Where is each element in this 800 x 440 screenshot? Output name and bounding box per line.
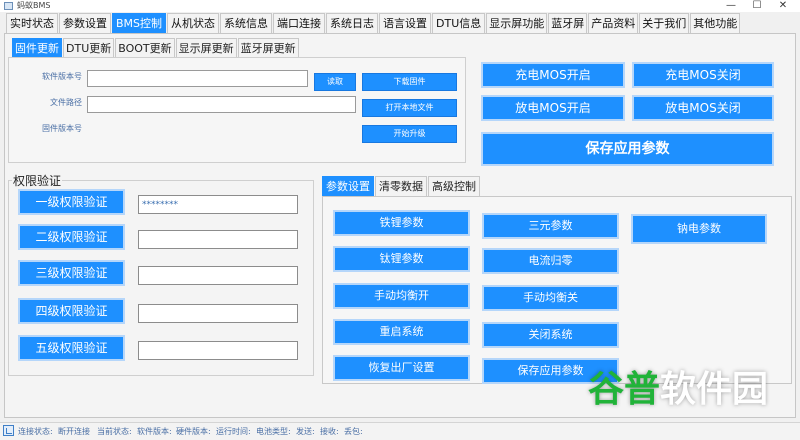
file-path-label: 文件路径 [50, 98, 82, 107]
tab-slave-status[interactable]: 从机状态 [167, 13, 220, 33]
file-path-input[interactable] [87, 96, 356, 113]
status-software-version: 软件版本: [137, 427, 172, 436]
factory-reset-button[interactable]: 恢复出厂设置 [333, 355, 470, 381]
start-upgrade-button[interactable]: 开始升级 [362, 125, 457, 143]
open-local-file-button[interactable]: 打开本地文件 [362, 99, 457, 117]
tab-product-info[interactable]: 产品资料 [588, 13, 639, 33]
tab-param-config[interactable]: 参数设置 [322, 176, 374, 196]
watermark-text: 谷普软件园 [588, 370, 768, 410]
auth-level-5-input[interactable] [138, 341, 298, 360]
save-apply-params-button[interactable]: 保存应用参数 [481, 132, 774, 166]
tab-dtu-info[interactable]: DTU信息 [432, 13, 486, 33]
app-icon [4, 2, 13, 10]
tab-language[interactable]: 语言设置 [379, 13, 432, 33]
lifepo-params-button[interactable]: 铁锂参数 [333, 210, 470, 236]
param-tab-bar: 参数设置 清零数据 高级控制 [322, 176, 481, 196]
restart-system-button[interactable]: 重启系统 [333, 319, 470, 345]
tab-about-us[interactable]: 关于我们 [639, 13, 690, 33]
window-title: 蚂蚁BMS [17, 1, 51, 10]
tab-other-functions[interactable]: 其他功能 [690, 13, 741, 33]
tab-clear-data[interactable]: 清零数据 [375, 176, 427, 196]
close-icon[interactable]: ✕ [770, 0, 796, 12]
charge-mos-off-button[interactable]: 充电MOS关闭 [632, 62, 774, 88]
tab-advanced-control[interactable]: 高级控制 [428, 176, 480, 196]
current-zero-button[interactable]: 电流归零 [482, 248, 619, 274]
tab-system-log[interactable]: 系统日志 [326, 13, 379, 33]
auth-level-1-input[interactable] [138, 195, 298, 214]
auth-level-2-input[interactable] [138, 230, 298, 249]
discharge-mos-off-button[interactable]: 放电MOS关闭 [632, 95, 774, 121]
lto-params-button[interactable]: 钛锂参数 [333, 246, 470, 272]
status-receive: 接收: [320, 427, 339, 436]
firmware-version-label: 固件版本号 [42, 124, 82, 133]
software-version-label: 软件版本号 [42, 72, 82, 81]
manual-balance-on-button[interactable]: 手动均衡开 [333, 283, 470, 309]
status-current-state: 当前状态: [97, 427, 132, 436]
watermark: 谷普软件园 [588, 366, 788, 416]
status-hardware-version: 硬件版本: [176, 427, 211, 436]
tab-display-update[interactable]: 显示屏更新 [175, 38, 237, 57]
sub-tab-bar: 固件更新 DTU更新 BOOT更新 显示屏更新 蓝牙屏更新 [12, 38, 300, 57]
auth-level-2-button[interactable]: 二级权限验证 [18, 224, 125, 250]
status-cell-type: 电池类型: [256, 427, 291, 436]
status-run-time: 运行时间: [216, 427, 251, 436]
tab-display-function[interactable]: 显示屏功能 [486, 13, 548, 33]
status-disconnect: 断开连接 [58, 427, 90, 436]
tab-realtime-status[interactable]: 实时状态 [6, 13, 58, 33]
minimize-icon[interactable]: — [718, 0, 744, 12]
manual-balance-off-button[interactable]: 手动均衡关 [482, 285, 619, 311]
tab-firmware-update[interactable]: 固件更新 [12, 38, 62, 57]
auth-level-3-input[interactable] [138, 266, 298, 285]
status-connect-label: 连接状态: [18, 427, 53, 436]
sodium-params-button[interactable]: 钠电参数 [631, 214, 767, 244]
auth-level-3-button[interactable]: 三级权限验证 [18, 260, 125, 286]
tab-boot-update[interactable]: BOOT更新 [115, 38, 175, 57]
software-version-input[interactable] [87, 70, 308, 87]
tab-bms-control[interactable]: BMS控制 [112, 13, 167, 33]
tab-system-info[interactable]: 系统信息 [220, 13, 273, 33]
status-connection-icon [3, 425, 14, 436]
tab-dtu-update[interactable]: DTU更新 [63, 38, 115, 57]
charge-mos-on-button[interactable]: 充电MOS开启 [481, 62, 625, 88]
status-bar: 连接状态: 断开连接 当前状态: 软件版本: 硬件版本: 运行时间: 电池类型:… [0, 422, 800, 440]
auth-level-4-input[interactable] [138, 304, 298, 323]
tab-bluetooth-screen[interactable]: 蓝牙屏 [548, 13, 588, 33]
tab-bluetooth-update[interactable]: 蓝牙屏更新 [237, 38, 299, 57]
download-firmware-button[interactable]: 下载固件 [362, 73, 457, 91]
shutdown-system-button[interactable]: 关闭系统 [482, 322, 619, 348]
auth-level-4-button[interactable]: 四级权限验证 [18, 298, 125, 324]
discharge-mos-on-button[interactable]: 放电MOS开启 [481, 95, 625, 121]
tab-param-settings[interactable]: 参数设置 [59, 13, 111, 33]
watermark-part2: 软件园 [660, 369, 769, 410]
ternary-params-button[interactable]: 三元参数 [482, 213, 619, 239]
auth-level-5-button[interactable]: 五级权限验证 [18, 335, 125, 361]
status-send: 发送: [296, 427, 315, 436]
tab-port-connect[interactable]: 端口连接 [273, 13, 326, 33]
auth-level-1-button[interactable]: 一级权限验证 [18, 189, 125, 215]
read-button[interactable]: 读取 [314, 73, 356, 91]
main-tab-bar: 实时状态 参数设置 BMS控制 从机状态 系统信息 端口连接 系统日志 语言设置… [6, 13, 741, 33]
title-bar: 蚂蚁BMS — ☐ ✕ [0, 0, 800, 12]
watermark-part1: 谷普 [588, 369, 661, 410]
maximize-icon[interactable]: ☐ [744, 0, 770, 12]
status-lost-packets: 丢包: [344, 427, 363, 436]
auth-panel-title: 权限验证 [12, 172, 63, 189]
